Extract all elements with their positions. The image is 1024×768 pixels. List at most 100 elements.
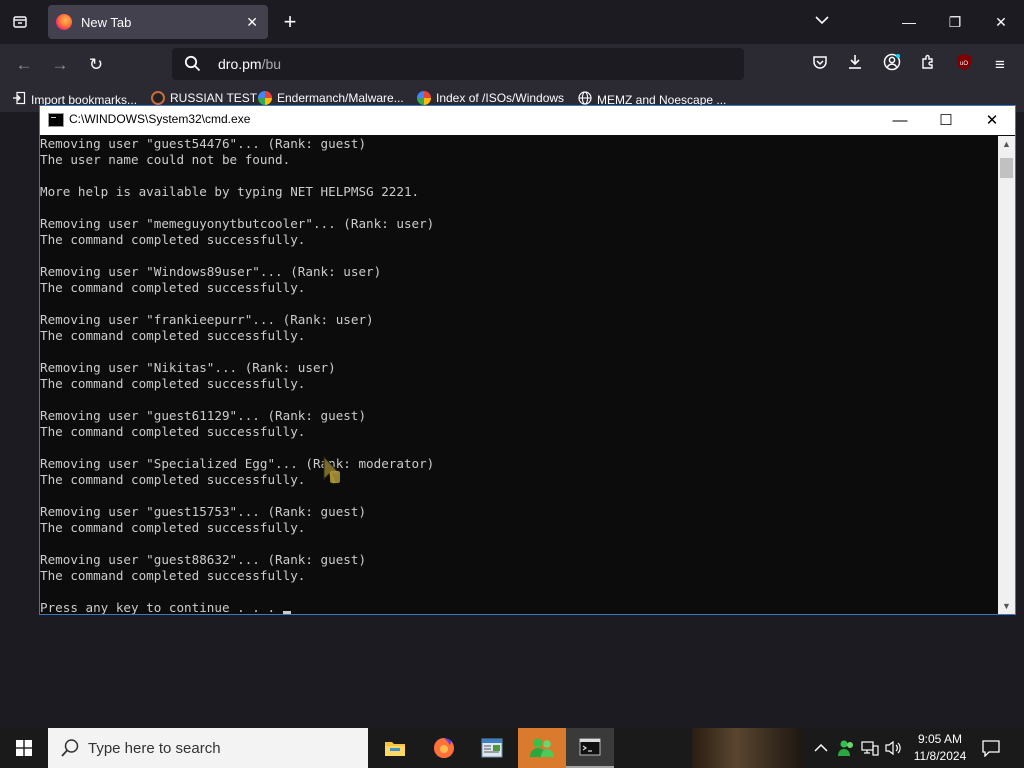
address-bar[interactable]: dro.pm/bu <box>172 48 744 80</box>
clock-time: 9:05 AM <box>917 732 963 746</box>
taskbar-clock[interactable]: 9:05 AM 11/8/2024 <box>908 731 972 765</box>
forward-button[interactable]: → <box>48 53 72 77</box>
reload-button[interactable]: ↻ <box>84 53 108 77</box>
search-icon <box>60 738 80 763</box>
start-button[interactable] <box>0 728 48 768</box>
tab-strip: New Tab ✕ + — ❐ ✕ <box>0 0 1024 44</box>
tray-msn-icon[interactable] <box>837 728 855 768</box>
console-output[interactable]: Removing user "guest54476"... (Rank: gue… <box>40 136 1000 614</box>
firefox-icon[interactable] <box>420 728 468 768</box>
console-line: Removing user "Windows89user"... (Rank: … <box>40 264 382 279</box>
cmd-icon[interactable] <box>566 728 614 768</box>
text-cursor <box>282 611 291 614</box>
console-line: Removing user "frankieepurr"... (Rank: u… <box>40 312 374 327</box>
hamburger-menu-icon[interactable]: ≡ <box>988 53 1012 77</box>
msn-messenger-icon[interactable] <box>518 728 566 768</box>
navigation-toolbar: ← → ↻ dro.pm/bu uO ≡ <box>0 44 1024 86</box>
back-button[interactable]: ← <box>12 53 36 77</box>
busy-cursor-icon <box>323 455 341 485</box>
url-text[interactable]: dro.pm/bu <box>218 56 281 72</box>
bookmark-label: Endermanch/Malware... <box>277 91 404 105</box>
chevron-down-icon[interactable] <box>815 12 829 30</box>
cmd-titlebar[interactable]: C:\WINDOWS\System32\cmd.exe — ☐ ✕ <box>40 106 1015 135</box>
extensions-icon[interactable] <box>916 53 940 77</box>
url-host: dro.pm <box>218 56 262 72</box>
new-tab-button[interactable]: + <box>278 10 302 34</box>
cmd-minimize-button[interactable]: — <box>877 106 923 135</box>
console-line: Removing user "guest15753"... (Rank: gue… <box>40 504 367 519</box>
console-line: The command completed successfully. <box>40 472 306 487</box>
ublock-badge-text: uO <box>960 61 968 67</box>
firefox-icon <box>56 14 72 30</box>
console-line: The command completed successfully. <box>40 520 306 535</box>
taskbar: Type here to search 9:05 AM 11/8/2024 <box>0 728 1024 768</box>
console-line: Removing user "Nikitas"... (Rank: user) <box>40 360 336 375</box>
file-explorer-icon[interactable] <box>371 728 419 768</box>
console-line: The command completed successfully. <box>40 280 306 295</box>
scroll-thumb[interactable] <box>1000 158 1013 178</box>
restore-button[interactable]: ❐ <box>943 10 967 34</box>
ublock-origin-icon[interactable]: uO <box>952 53 976 77</box>
downloads-icon[interactable] <box>843 53 867 77</box>
cmd-maximize-button[interactable]: ☐ <box>923 106 969 135</box>
chevron-up-icon <box>814 743 828 752</box>
minimize-button[interactable]: — <box>897 10 921 34</box>
notifications-button[interactable] <box>982 728 1000 768</box>
google-icon <box>417 91 431 105</box>
github-icon <box>151 91 165 105</box>
windows-logo-icon <box>16 740 32 756</box>
console-line: The command completed successfully. <box>40 424 306 439</box>
close-tab-icon[interactable]: ✕ <box>246 14 258 31</box>
search-placeholder: Type here to search <box>88 740 221 757</box>
bookmark-label: Index of /ISOs/Windows <box>436 91 565 105</box>
search-icon <box>184 55 201 77</box>
cmd-close-button[interactable]: ✕ <box>969 106 1015 135</box>
console-line: The command completed successfully. <box>40 568 306 583</box>
console-line: The command completed successfully. <box>40 376 306 391</box>
bookmark-label: RUSSIAN TEST <box>170 91 258 105</box>
console-line: More help is available by typing NET HEL… <box>40 184 420 199</box>
close-window-button[interactable]: ✕ <box>989 10 1013 34</box>
scroll-up-icon[interactable]: ▲ <box>998 136 1015 152</box>
network-icon[interactable] <box>861 728 879 768</box>
account-icon[interactable] <box>880 53 904 77</box>
console-line: Press any key to continue . . . <box>40 600 1000 614</box>
import-icon <box>12 91 26 108</box>
pocket-icon[interactable] <box>808 53 832 77</box>
console-line: Removing user "memeguyonytbutcooler"... … <box>40 216 435 231</box>
console-line: Removing user "guest88632"... (Rank: gue… <box>40 552 367 567</box>
clock-date: 11/8/2024 <box>913 749 967 763</box>
console-line: The command completed successfully. <box>40 328 306 343</box>
cmd-window[interactable]: C:\WINDOWS\System32\cmd.exe — ☐ ✕ Removi… <box>39 105 1016 615</box>
url-path: /bu <box>261 56 282 72</box>
action-center-icon <box>982 739 1000 757</box>
bookmark-russian-test[interactable]: RUSSIAN TEST <box>151 91 257 105</box>
bookmark-index-isos[interactable]: Index of /ISOs/Windows <box>417 91 564 105</box>
tab-list-icon[interactable] <box>8 10 32 34</box>
taskbar-search-box[interactable]: Type here to search <box>48 728 368 768</box>
browser-tab[interactable]: New Tab ✕ <box>48 5 268 39</box>
console-scrollbar[interactable]: ▲ ▼ <box>998 136 1015 614</box>
show-hidden-icons-button[interactable] <box>814 728 828 768</box>
notepad-icon[interactable] <box>468 728 516 768</box>
scroll-down-icon[interactable]: ▼ <box>998 598 1015 614</box>
console-line: Removing user "Specialized Egg"... (Rank… <box>40 456 435 471</box>
volume-icon[interactable] <box>885 728 903 768</box>
cmd-title: C:\WINDOWS\System32\cmd.exe <box>69 112 251 126</box>
console-line: Removing user "guest61129"... (Rank: gue… <box>40 408 367 423</box>
google-icon <box>258 91 272 105</box>
bookmark-endermanch[interactable]: Endermanch/Malware... <box>258 91 404 105</box>
tab-title: New Tab <box>81 14 132 30</box>
console-line: Removing user "guest54476"... (Rank: gue… <box>40 136 367 151</box>
console-line: The user name could not be found. <box>40 152 291 167</box>
